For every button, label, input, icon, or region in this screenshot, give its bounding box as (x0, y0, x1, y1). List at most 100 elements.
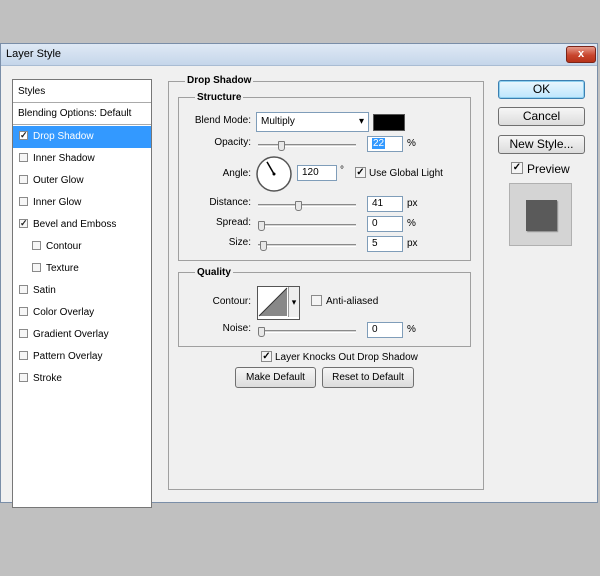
style-item-label: Drop Shadow (33, 131, 94, 142)
style-item-checkbox[interactable] (19, 307, 28, 316)
blending-options-item[interactable]: Blending Options: Default (13, 104, 151, 125)
title-bar: Layer Style x (1, 44, 597, 66)
noise-label: Noise: (222, 323, 251, 334)
distance-slider-thumb[interactable] (295, 201, 303, 211)
contour-picker[interactable]: ▾ (257, 286, 300, 320)
angle-input[interactable]: 120 (297, 165, 337, 181)
style-item-checkbox[interactable] (19, 285, 28, 294)
drop-shadow-title: Drop Shadow (185, 75, 254, 86)
cancel-button[interactable]: Cancel (498, 107, 585, 126)
reset-to-default-button[interactable]: Reset to Default (322, 367, 414, 388)
style-item-color-overlay[interactable]: Color Overlay (13, 302, 151, 324)
knockout-checkbox[interactable]: ✓ (261, 351, 272, 362)
distance-unit: px (407, 198, 418, 209)
style-item-label: Bevel and Emboss (33, 219, 117, 230)
knockout-label: Layer Knocks Out Drop Shadow (275, 352, 418, 363)
distance-value: 41 (372, 198, 384, 209)
anti-aliased-checkbox[interactable] (311, 295, 322, 306)
style-item-inner-shadow[interactable]: Inner Shadow (13, 148, 151, 170)
style-item-gradient-overlay[interactable]: Gradient Overlay (13, 324, 151, 346)
contour-preview-icon (258, 287, 288, 317)
size-input[interactable]: 5 (367, 236, 403, 252)
style-item-checkbox[interactable] (19, 153, 28, 162)
layer-style-dialog: Layer Style x Styles Blending Options: D… (0, 43, 598, 508)
size-slider[interactable] (258, 244, 356, 247)
contour-dropdown-arrow[interactable]: ▾ (288, 287, 299, 317)
size-label: Size: (228, 237, 251, 248)
style-item-checkbox[interactable] (19, 175, 28, 184)
chevron-down-icon: ▾ (358, 116, 364, 127)
style-item-checkbox[interactable] (32, 263, 41, 272)
spread-slider[interactable] (258, 224, 356, 227)
preview-label: Preview (527, 162, 570, 176)
noise-slider[interactable] (258, 330, 356, 333)
blending-options-label: Blending Options: Default (18, 108, 132, 119)
size-slider-thumb[interactable] (259, 241, 267, 251)
style-item-contour[interactable]: Contour (13, 236, 151, 258)
new-style-button[interactable]: New Style... (498, 135, 585, 154)
opacity-value: 22 (372, 138, 386, 149)
spread-label: Spread: (215, 217, 251, 228)
noise-input[interactable]: 0 (367, 322, 403, 338)
preview-checkbox[interactable]: ✓ (511, 162, 523, 174)
noise-slider-thumb[interactable] (258, 327, 265, 337)
style-item-label: Stroke (33, 373, 62, 384)
style-item-satin[interactable]: Satin (13, 280, 151, 302)
style-item-checkbox[interactable]: ✓ (19, 131, 28, 140)
style-item-label: Color Overlay (33, 307, 95, 318)
style-item-inner-glow[interactable]: Inner Glow (13, 192, 151, 214)
style-item-label: Inner Glow (33, 197, 82, 208)
preview-thumbnail (509, 183, 572, 246)
opacity-slider-thumb[interactable] (278, 141, 286, 151)
distance-slider[interactable] (258, 204, 356, 207)
angle-dial[interactable] (255, 155, 293, 193)
styles-header-label: Styles (18, 86, 46, 97)
style-item-checkbox[interactable]: ✓ (19, 219, 28, 228)
styles-header[interactable]: Styles (13, 80, 151, 103)
opacity-slider[interactable] (258, 144, 356, 147)
opacity-input[interactable]: 22 (367, 136, 403, 152)
style-item-label: Satin (33, 285, 56, 296)
style-item-pattern-overlay[interactable]: Pattern Overlay (13, 346, 151, 368)
use-global-light-label: Use Global Light (369, 168, 443, 179)
noise-unit: % (407, 324, 416, 335)
noise-value: 0 (372, 324, 378, 335)
shadow-color-swatch[interactable] (373, 114, 405, 131)
anti-aliased-label: Anti-aliased (326, 296, 379, 307)
blend-mode-select[interactable]: Multiply ▾ (256, 112, 369, 132)
size-value: 5 (372, 238, 378, 249)
spread-input[interactable]: 0 (367, 216, 403, 232)
preview-square (526, 200, 557, 231)
angle-value: 120 (302, 167, 319, 178)
contour-label: Contour: (212, 296, 251, 307)
style-item-checkbox[interactable] (19, 197, 28, 206)
angle-label: Angle: (222, 168, 251, 179)
style-item-checkbox[interactable] (19, 373, 28, 382)
style-item-label: Inner Shadow (33, 153, 95, 164)
angle-center-dot (272, 172, 276, 176)
style-item-stroke[interactable]: Stroke (13, 368, 151, 390)
style-item-drop-shadow[interactable]: ✓ Drop Shadow (13, 126, 151, 148)
style-item-texture[interactable]: Texture (13, 258, 151, 280)
style-item-checkbox[interactable] (19, 329, 28, 338)
ok-button[interactable]: OK (498, 80, 585, 99)
close-button[interactable]: x (566, 46, 596, 63)
styles-list: Styles Blending Options: Default ✓ Drop S… (12, 79, 152, 508)
spread-unit: % (407, 218, 416, 229)
spread-value: 0 (372, 218, 378, 229)
style-item-checkbox[interactable] (32, 241, 41, 250)
style-item-label: Gradient Overlay (33, 329, 109, 340)
style-item-checkbox[interactable] (19, 351, 28, 360)
style-item-bevel-and-emboss[interactable]: ✓ Bevel and Emboss (13, 214, 151, 236)
size-unit: px (407, 238, 418, 249)
style-item-outer-glow[interactable]: Outer Glow (13, 170, 151, 192)
opacity-label: Opacity: (214, 137, 251, 148)
spread-slider-thumb[interactable] (258, 221, 265, 231)
opacity-percent: % (407, 138, 416, 149)
make-default-button[interactable]: Make Default (235, 367, 316, 388)
distance-input[interactable]: 41 (367, 196, 403, 212)
angle-degree: ° (340, 165, 344, 176)
use-global-light-checkbox[interactable]: ✓ (355, 167, 366, 178)
style-item-label: Pattern Overlay (33, 351, 103, 362)
style-item-label: Contour (46, 241, 82, 252)
